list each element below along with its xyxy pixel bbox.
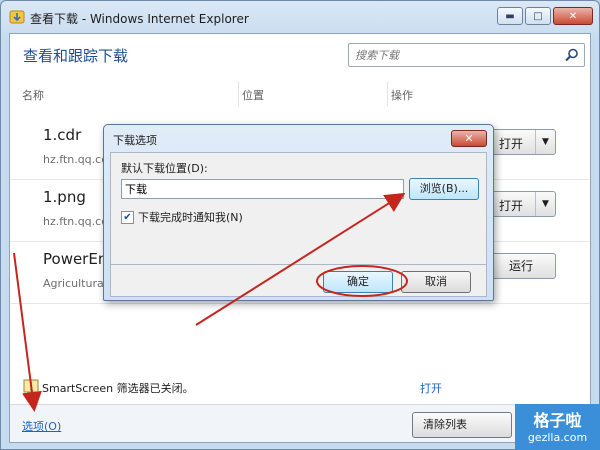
dialog-close-button[interactable]: ✕ bbox=[451, 130, 487, 147]
dialog-body: 默认下载位置(D): 浏览(B)... ✔ 下载完成时通知我(N) bbox=[110, 152, 487, 265]
brand-name: 格子啦 bbox=[533, 411, 582, 430]
brand-url: gezlla.com bbox=[527, 431, 588, 444]
close-button[interactable]: ✕ bbox=[553, 7, 593, 25]
ok-button[interactable]: 确定 bbox=[323, 271, 393, 293]
run-button[interactable]: 运行 bbox=[486, 253, 556, 279]
download-options-dialog: 下载选项 ✕ 默认下载位置(D): 浏览(B)... ✔ 下载完成时通知我(N)… bbox=[103, 124, 494, 301]
footer-bar: 选项(O) 清除列表 bbox=[10, 404, 590, 442]
minimize-button[interactable]: ▬ bbox=[497, 7, 523, 25]
cancel-button[interactable]: 取消 bbox=[401, 271, 471, 293]
open-split-button[interactable]: 打开 ▼ bbox=[486, 129, 556, 155]
notify-checkbox[interactable]: ✔ bbox=[121, 210, 134, 224]
ie-download-icon bbox=[9, 10, 25, 24]
default-location-label: 默认下载位置(D): bbox=[121, 162, 208, 175]
download-location-field[interactable] bbox=[121, 179, 404, 199]
caption-buttons: ▬ □ ✕ bbox=[497, 7, 593, 25]
close-icon: ✕ bbox=[464, 132, 474, 145]
chevron-down-icon[interactable]: ▼ bbox=[535, 192, 555, 216]
page-title: 查看和跟踪下载 bbox=[23, 47, 129, 65]
smartscreen-message: SmartScreen 筛选器已关闭。 bbox=[42, 382, 194, 395]
column-header-name[interactable]: 名称 bbox=[22, 87, 44, 103]
column-header-action[interactable]: 操作 bbox=[391, 87, 413, 103]
search-input[interactable] bbox=[349, 44, 549, 66]
browse-button[interactable]: 浏览(B)... bbox=[409, 178, 479, 200]
notify-label[interactable]: 下载完成时通知我(N) bbox=[138, 209, 243, 225]
open-split-button[interactable]: 打开 ▼ bbox=[486, 191, 556, 217]
smartscreen-notice: SmartScreen 筛选器已关闭。 打开 bbox=[23, 377, 583, 399]
brand-watermark: 格子啦 gezlla.com bbox=[515, 404, 600, 450]
maximize-button[interactable]: □ bbox=[525, 7, 551, 25]
maximize-icon: □ bbox=[533, 10, 543, 22]
open-button-label[interactable]: 打开 bbox=[487, 197, 535, 214]
options-link[interactable]: 选项(O) bbox=[22, 418, 61, 434]
clear-list-button[interactable]: 清除列表 bbox=[412, 412, 512, 438]
chevron-down-icon[interactable]: ▼ bbox=[535, 130, 555, 154]
search-icon[interactable] bbox=[564, 47, 580, 63]
dialog-title: 下载选项 bbox=[113, 134, 157, 147]
download-source: hz.ftn.qq.cc bbox=[43, 153, 108, 166]
open-button-label[interactable]: 打开 bbox=[487, 135, 535, 152]
search-box[interactable] bbox=[348, 43, 585, 67]
title-bar[interactable]: 查看下载 - Windows Internet Explorer ▬ □ ✕ bbox=[1, 1, 599, 33]
download-source: hz.ftn.qq.cc bbox=[43, 215, 108, 228]
column-divider bbox=[387, 82, 388, 106]
download-source: Agricultural bbox=[43, 277, 107, 290]
smartscreen-enable-link[interactable]: 打开 bbox=[420, 380, 442, 396]
checkmark-icon: ✔ bbox=[123, 211, 132, 223]
notify-option[interactable]: ✔ 下载完成时通知我(N) bbox=[121, 209, 243, 225]
close-icon: ✕ bbox=[568, 10, 578, 22]
download-name: 1.png bbox=[43, 188, 86, 206]
window-title: 查看下载 - Windows Internet Explorer bbox=[30, 12, 249, 26]
column-divider bbox=[238, 82, 239, 106]
download-name: PowerEn bbox=[43, 250, 108, 268]
warning-shield-icon bbox=[23, 379, 39, 393]
column-header-location[interactable]: 位置 bbox=[242, 87, 264, 103]
minimize-icon: ▬ bbox=[505, 10, 515, 22]
download-name: 1.cdr bbox=[43, 126, 82, 144]
